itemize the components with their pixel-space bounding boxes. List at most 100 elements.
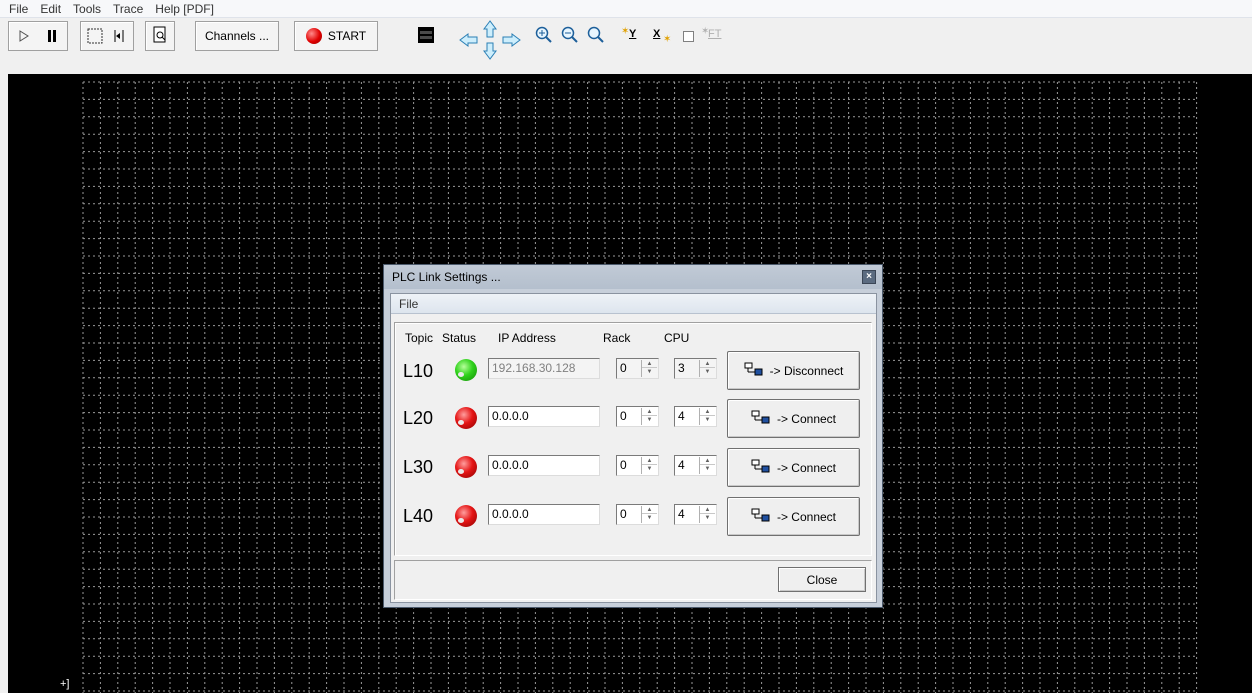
cpu-spinner-l20[interactable]: 4 ▲ ▼ — [674, 406, 717, 427]
cpu-value-l20: 4 — [678, 409, 685, 423]
header-status: Status — [442, 331, 477, 345]
connect-button-l20[interactable]: -> Connect — [727, 399, 860, 438]
play-pause-group — [8, 21, 68, 51]
rack-spinner-l20[interactable]: 0 ▲ ▼ — [616, 406, 659, 427]
header-topic: Topic — [405, 331, 434, 345]
dialog-footer: Close — [394, 560, 872, 600]
spinner-arrows-icon[interactable]: ▲ ▼ — [641, 457, 657, 474]
print-preview-icon — [152, 26, 168, 47]
status-led-green-icon — [455, 359, 477, 381]
status-led-red-icon — [455, 407, 477, 429]
preview-button[interactable] — [145, 21, 175, 51]
checkbox-icon — [682, 30, 694, 42]
channels-button[interactable]: Channels ... — [195, 21, 279, 51]
spinner-arrows-icon[interactable]: ▲ ▼ — [641, 408, 657, 425]
cpu-value-l30: 4 — [678, 458, 685, 472]
connect-label: -> Connect — [776, 509, 837, 524]
spinner-arrows-icon[interactable]: ▲ ▼ — [641, 506, 657, 523]
menu-file[interactable]: File — [3, 0, 34, 18]
dialog-title: PLC Link Settings ... — [392, 270, 501, 284]
rack-value-l10: 0 — [620, 361, 627, 375]
network-plug-icon — [751, 508, 771, 525]
connect-button-l40[interactable]: -> Connect — [727, 497, 860, 536]
menu-bar: File Edit Tools Trace Help [PDF] — [0, 0, 1252, 18]
zoom-fit-icon — [587, 26, 605, 47]
header-rack: Rack — [603, 331, 631, 345]
pan-arrows-icon[interactable] — [457, 18, 521, 62]
header-cpu: CPU — [664, 331, 690, 345]
start-button[interactable]: START — [294, 21, 378, 51]
zoom-in-icon — [535, 26, 553, 47]
cpu-spinner-l10[interactable]: 3 ▲ ▼ — [674, 358, 717, 379]
plot-corner-label: +] — [60, 678, 70, 690]
ip-input-l20[interactable]: 0.0.0.0 — [488, 406, 600, 427]
topic-l10: L10 — [403, 361, 434, 381]
ft-checkbox[interactable] — [680, 21, 696, 51]
topic-l20: L20 — [403, 408, 434, 428]
pause-icon[interactable] — [38, 22, 66, 50]
zoom-out-icon — [561, 26, 579, 47]
spinner-arrows-icon[interactable]: ▲ ▼ — [699, 408, 715, 425]
film-icon — [417, 26, 435, 47]
spinner-arrows-icon[interactable]: ▲ ▼ — [699, 360, 715, 377]
spinner-arrows-icon[interactable]: ▲ ▼ — [699, 506, 715, 523]
header-ip-address: IP Address — [498, 331, 556, 345]
start-label: START — [327, 29, 367, 43]
select-group — [80, 21, 134, 51]
network-plug-icon — [751, 459, 771, 476]
rack-spinner-l40[interactable]: 0 ▲ ▼ — [616, 504, 659, 525]
cpu-value-l40: 4 — [678, 507, 685, 521]
disconnect-button-l10[interactable]: -> Disconnect — [727, 351, 860, 390]
cpu-spinner-l30[interactable]: 4 ▲ ▼ — [674, 455, 717, 476]
rack-spinner-l10[interactable]: 0 ▲ ▼ — [616, 358, 659, 379]
zoom-fit-button[interactable] — [584, 21, 608, 51]
network-plug-icon — [744, 362, 764, 379]
spinner-arrows-icon[interactable]: ▲ ▼ — [641, 360, 657, 377]
plc-link-settings-dialog: PLC Link Settings ... × File Topic Statu… — [383, 264, 883, 608]
display-mode-button[interactable] — [414, 21, 438, 51]
ft-icon: ✶ FT — [701, 26, 722, 40]
record-icon — [305, 28, 322, 44]
dialog-titlebar[interactable]: PLC Link Settings ... — [384, 265, 882, 289]
disconnect-label: -> Disconnect — [769, 363, 844, 378]
rack-value-l30: 0 — [620, 458, 627, 472]
menu-tools[interactable]: Tools — [67, 0, 107, 18]
connect-label: -> Connect — [776, 411, 837, 426]
zoom-out-button[interactable] — [558, 21, 582, 51]
dialog-close-icon[interactable]: × — [862, 270, 876, 284]
close-label: Close — [806, 572, 838, 587]
menu-trace[interactable]: Trace — [107, 0, 149, 18]
y-axis-icon: ✶ Y — [621, 26, 637, 40]
cpu-spinner-l40[interactable]: 4 ▲ ▼ — [674, 504, 717, 525]
ip-input-l40[interactable]: 0.0.0.0 — [488, 504, 600, 525]
y-axis-button[interactable]: ✶ Y — [618, 21, 646, 51]
select-region-icon[interactable] — [83, 22, 107, 50]
network-plug-icon — [751, 410, 771, 427]
rack-value-l20: 0 — [620, 409, 627, 423]
dialog-menu-file[interactable]: File — [391, 294, 876, 314]
menu-help[interactable]: Help [PDF] — [149, 0, 220, 18]
connect-button-l30[interactable]: -> Connect — [727, 448, 860, 487]
x-axis-label: X — [653, 28, 661, 40]
ft-button[interactable]: ✶ FT — [698, 21, 728, 51]
link-settings-panel: Topic Status IP Address Rack CPU L10 192… — [394, 322, 872, 556]
cursor-step-icon[interactable] — [107, 22, 131, 50]
zoom-in-button[interactable] — [532, 21, 556, 51]
topic-l30: L30 — [403, 457, 434, 477]
channels-label: Channels ... — [204, 29, 270, 43]
ip-input-l30[interactable]: 0.0.0.0 — [488, 455, 600, 476]
x-axis-button[interactable]: X ✶ — [648, 21, 676, 51]
spinner-arrows-icon[interactable]: ▲ ▼ — [699, 457, 715, 474]
play-icon[interactable] — [10, 22, 38, 50]
close-button[interactable]: Close — [778, 567, 866, 592]
menu-edit[interactable]: Edit — [34, 0, 67, 18]
toolbar: Channels ... START ✶ Y X ✶ ✶ FT — [0, 18, 1252, 74]
status-led-red-icon — [455, 505, 477, 527]
rack-spinner-l30[interactable]: 0 ▲ ▼ — [616, 455, 659, 476]
cpu-value-l10: 3 — [678, 361, 685, 375]
ft-label: FT — [708, 28, 722, 40]
pan-arrows — [456, 18, 522, 62]
ip-input-l10[interactable]: 192.168.30.128 — [488, 358, 600, 379]
topic-l40: L40 — [403, 506, 434, 526]
status-led-red-icon — [455, 456, 477, 478]
